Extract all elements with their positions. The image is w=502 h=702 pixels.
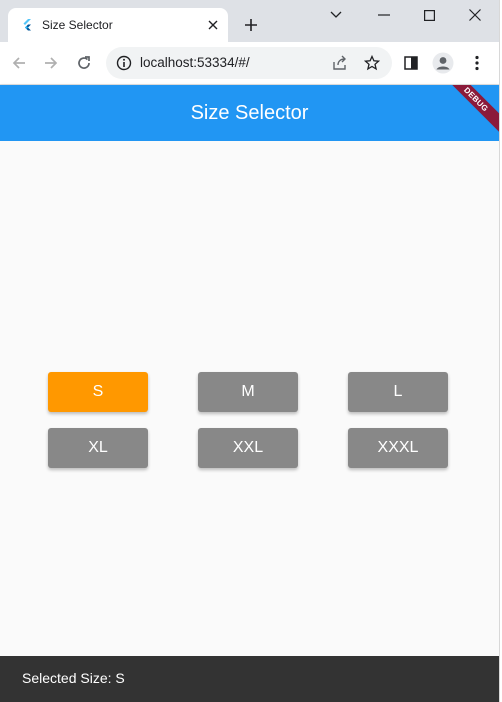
flutter-icon	[20, 18, 34, 32]
page-title: Size Selector	[190, 102, 309, 124]
share-icon[interactable]	[330, 53, 350, 73]
menu-icon[interactable]	[466, 52, 488, 74]
size-button-xxl[interactable]: XXL	[198, 428, 298, 468]
info-icon[interactable]	[116, 55, 132, 71]
size-button-s[interactable]: S	[48, 372, 148, 412]
profile-icon[interactable]	[432, 52, 454, 74]
size-button-xl[interactable]: XL	[48, 428, 148, 468]
new-tab-icon[interactable]	[240, 14, 262, 36]
selected-size-value: S	[115, 670, 125, 686]
window-close-icon[interactable]	[455, 4, 495, 26]
browser-window: Size Selector localhost:53334/#/ Size Se…	[0, 0, 499, 702]
size-button-xxxl[interactable]: XXXL	[348, 428, 448, 468]
star-icon[interactable]	[362, 53, 382, 73]
forward-icon[interactable]	[40, 52, 62, 74]
selected-size-label: Selected Size:	[22, 670, 116, 686]
browser-toolbar: localhost:53334/#/	[0, 42, 499, 85]
close-icon[interactable]	[204, 16, 222, 34]
address-bar[interactable]: localhost:53334/#/	[106, 47, 392, 79]
maximize-icon[interactable]	[409, 4, 449, 26]
selected-size-text: Selected Size: S	[22, 670, 125, 686]
size-grid: S M L XL XXL XXXL	[0, 141, 499, 656]
size-button-l[interactable]: L	[348, 372, 448, 412]
url-text[interactable]: localhost:53334/#/	[140, 55, 250, 71]
side-panel-icon[interactable]	[400, 52, 422, 74]
tab-title: Size Selector	[42, 18, 113, 32]
size-button-m[interactable]: M	[198, 372, 298, 412]
status-bar: Selected Size: S	[0, 656, 499, 702]
minimize-icon[interactable]	[364, 4, 404, 26]
reload-icon[interactable]	[73, 52, 95, 74]
app-bar: Size Selector DEBUG	[0, 85, 499, 141]
tab-strip: Size Selector	[0, 0, 499, 42]
chevron-down-icon[interactable]	[316, 4, 356, 26]
browser-tab[interactable]: Size Selector	[8, 8, 228, 42]
back-icon[interactable]	[8, 52, 30, 74]
